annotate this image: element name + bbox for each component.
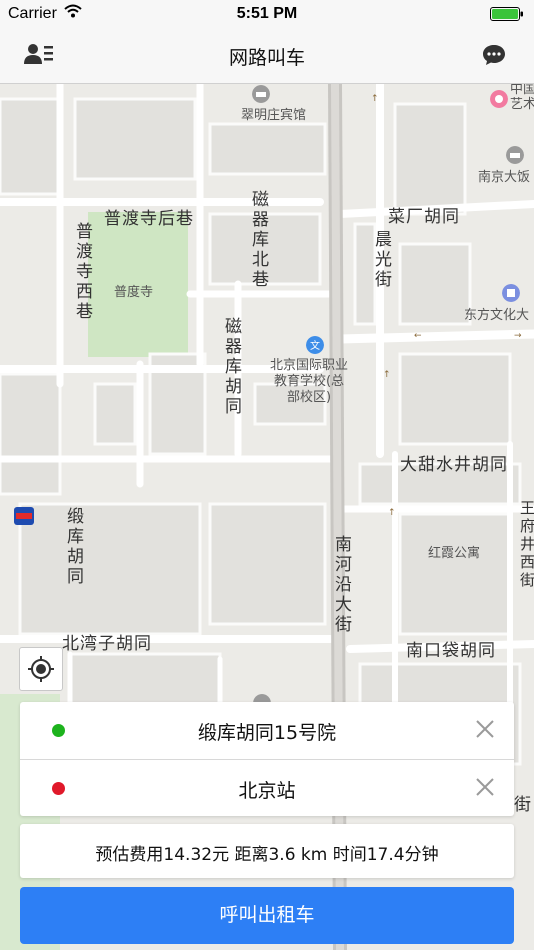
fare-estimate-card: 预估费用14.32元 距离3.6 km 时间17.4分钟: [20, 824, 514, 878]
map-label-dongfang: 东方文化大: [464, 308, 530, 323]
map-label-pudusi-xi: 普渡寺西巷: [72, 222, 92, 322]
map-label-ciqiku-hutong: 磁器库胡同: [221, 317, 241, 417]
clear-destination-icon[interactable]: [474, 776, 496, 798]
map-label-street: 街: [514, 795, 532, 815]
map-label-nankoudai: 南口袋胡同: [406, 641, 496, 661]
subway-icon: [14, 507, 34, 525]
map-label-wangfujing-xi: 王府井西街: [518, 500, 534, 590]
svg-text:↑: ↑: [371, 94, 379, 104]
nav-bar: 网路叫车: [0, 28, 534, 84]
destination-row[interactable]: 北京站: [20, 759, 514, 817]
locate-me-button[interactable]: [19, 647, 63, 691]
origin-text: 缎库胡同15号院: [197, 722, 337, 744]
origin-row[interactable]: 缎库胡同15号院: [20, 702, 514, 759]
culture-icon: [502, 284, 520, 302]
map-label-beiwanzi: 北湾子胡同: [62, 634, 152, 654]
clock: 5:51 PM: [236, 5, 298, 22]
map-label-pudusi-hou: 普渡寺后巷: [104, 209, 194, 229]
svg-text:↑: ↑: [383, 370, 391, 380]
call-taxi-button[interactable]: 呼叫出租车: [20, 887, 514, 944]
svg-text:文: 文: [310, 339, 320, 352]
map-label-nanhe: 南河沿大街: [331, 535, 351, 635]
page-title: 网路叫车: [228, 47, 305, 69]
art-museum-icon: [490, 90, 508, 108]
map-view[interactable]: ↑ ↑ ↑ ← → 文 翠明庄宾馆 中国 艺术 南京大饭 普渡寺后巷 普渡寺西巷…: [0, 84, 534, 950]
svg-text:↑: ↑: [388, 508, 396, 518]
svg-text:→: →: [514, 331, 522, 341]
clear-origin-icon[interactable]: [474, 718, 496, 740]
map-label-hongxia: 红霞公寓: [428, 546, 481, 561]
hotel-icon-2: [506, 146, 524, 164]
status-bar: Carrier 5:51 PM: [0, 0, 534, 28]
map-label-chenguang: 晨光街: [371, 230, 391, 290]
route-card: 缎库胡同15号院 北京站: [20, 702, 514, 816]
map-label-china-art: 中国 艺术: [510, 84, 534, 112]
svg-text:←: ←: [414, 331, 422, 341]
message-icon[interactable]: [482, 43, 506, 67]
school-icon: 文: [306, 336, 324, 354]
map-label-datianshui: 大甜水井胡同: [400, 455, 508, 475]
map-label-caichang: 菜厂胡同: [388, 207, 460, 227]
map-label-duanku: 缎库胡同: [63, 507, 83, 587]
crosshair-icon: [28, 656, 54, 682]
map-label-school: 北京国际职业 教育学校(总 部校区): [270, 358, 349, 405]
destination-text: 北京站: [238, 780, 296, 802]
map-label-pudusi: 普度寺: [114, 285, 154, 300]
map-label-ciqiku-bei: 磁器库北巷: [248, 190, 268, 290]
fare-summary: 预估费用14.32元 距离3.6 km 时间17.4分钟: [95, 845, 439, 865]
hotel-icon: [252, 85, 270, 103]
map-label-nanjing-hotel: 南京大饭: [478, 170, 531, 185]
battery-icon: [490, 7, 523, 21]
map-label-hotel: 翠明庄宾馆: [241, 108, 307, 123]
